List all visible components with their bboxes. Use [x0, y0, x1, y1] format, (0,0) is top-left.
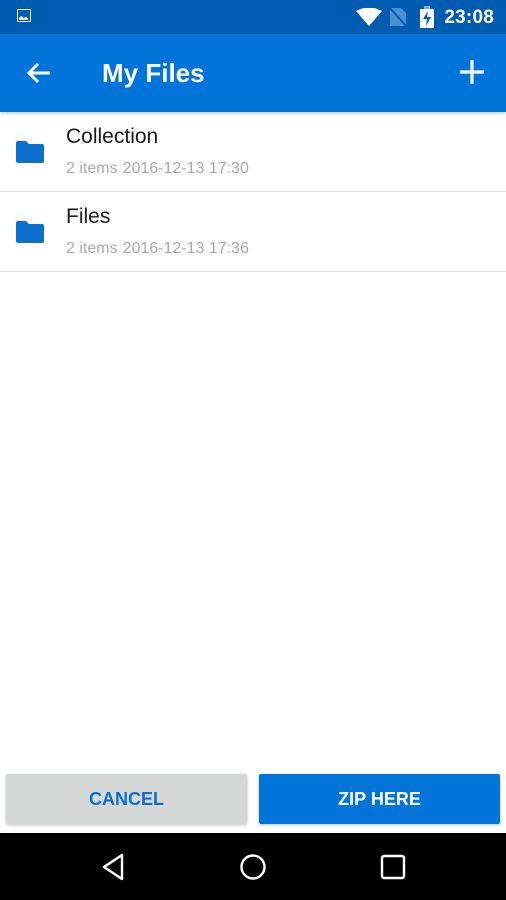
wifi-icon	[356, 8, 382, 26]
image-notification-icon	[17, 9, 31, 22]
recents-square-icon[interactable]	[377, 851, 409, 883]
folder-icon	[16, 221, 44, 243]
clock: 23:08	[444, 7, 494, 28]
cancel-button[interactable]: CANCEL	[6, 774, 247, 824]
navigation-bar	[0, 833, 506, 900]
item-count: 2 items	[66, 160, 118, 177]
battery-charging-icon	[420, 6, 434, 28]
item-count: 2 items	[66, 240, 118, 257]
item-meta: 2 items 2016-12-13 17:30	[66, 160, 249, 178]
no-sim-icon	[390, 8, 406, 26]
list-item-files[interactable]: Files 2 items 2016-12-13 17:36	[0, 192, 506, 272]
file-list: Collection 2 items 2016-12-13 17:30 Files…	[0, 112, 506, 272]
page-title: My Files	[102, 58, 205, 88]
item-date: 2016-12-13 17:30	[122, 160, 249, 177]
arrow-left-icon[interactable]	[24, 58, 54, 88]
item-name: Files	[66, 205, 111, 228]
list-item-collection[interactable]: Collection 2 items 2016-12-13 17:30	[0, 112, 506, 192]
item-meta: 2 items 2016-12-13 17:36	[66, 240, 249, 258]
item-date: 2016-12-13 17:36	[122, 240, 249, 257]
folder-icon	[16, 141, 44, 163]
plus-icon[interactable]	[458, 58, 486, 86]
back-triangle-icon[interactable]	[98, 851, 130, 883]
zip-here-button[interactable]: ZIP HERE	[259, 774, 500, 824]
status-bar: 23:08	[0, 0, 506, 34]
app-bar: My Files	[0, 34, 506, 112]
item-name: Collection	[66, 125, 159, 148]
home-circle-icon[interactable]	[237, 851, 269, 883]
